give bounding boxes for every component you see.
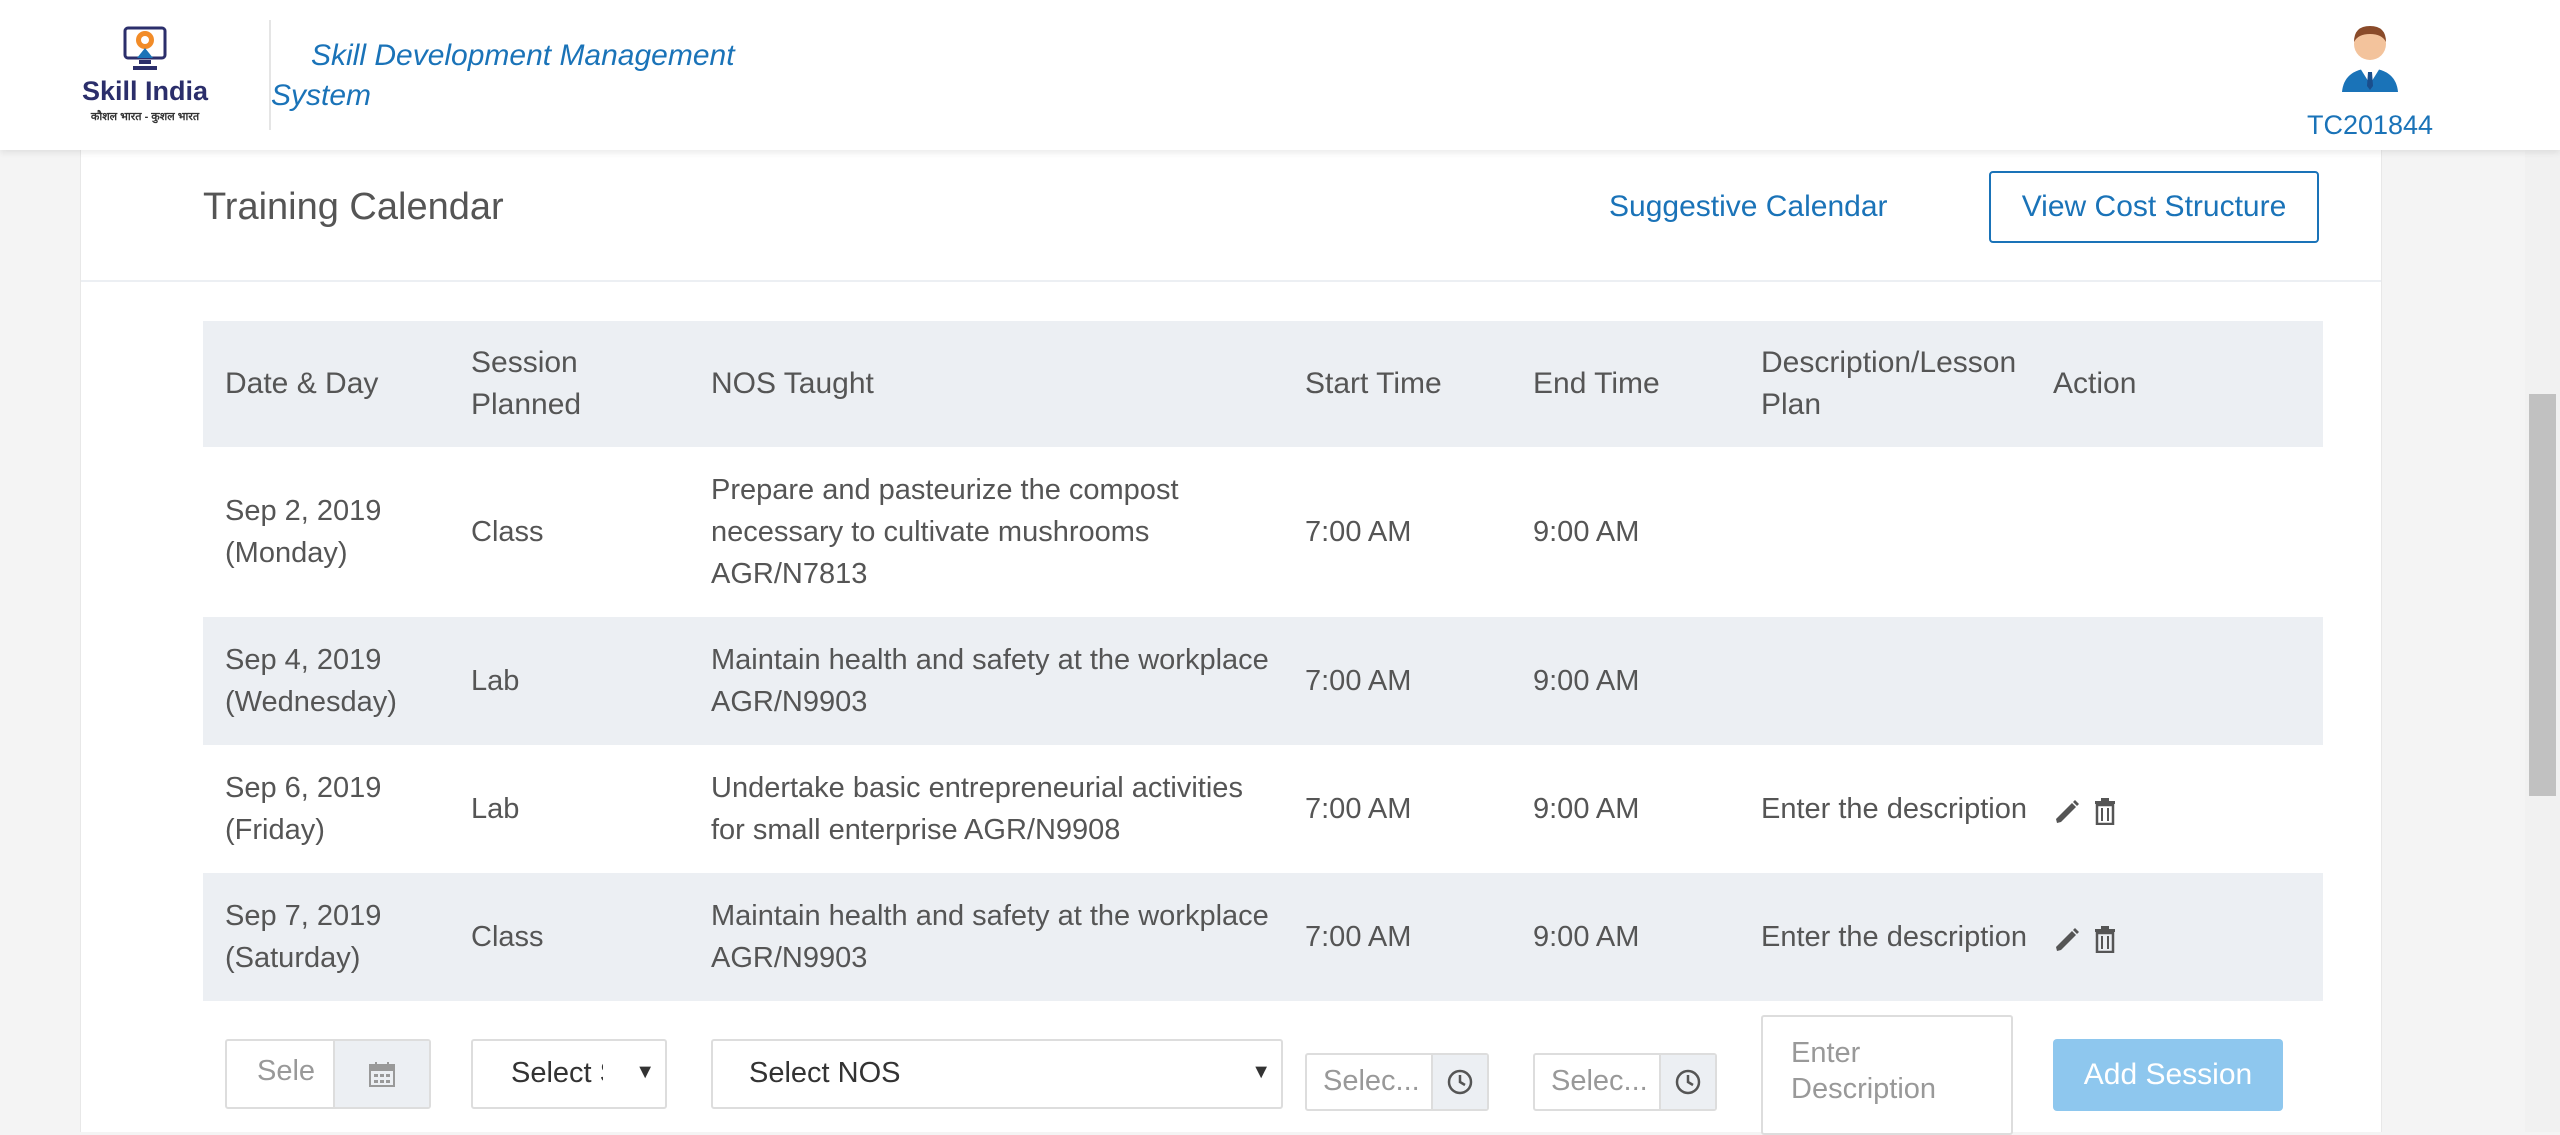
cell-actions xyxy=(2053,873,2303,1001)
calendar-icon[interactable] xyxy=(333,1041,429,1107)
end-time-input[interactable]: Selec... xyxy=(1533,1053,1717,1111)
suggestive-calendar-link[interactable]: Suggestive Calendar xyxy=(1609,190,1888,224)
pencil-icon[interactable] xyxy=(2053,795,2079,823)
user-menu[interactable]: TC201844 xyxy=(2290,10,2450,145)
nos-select-value: Select NOS xyxy=(749,1057,901,1089)
cell-description xyxy=(1761,617,2031,745)
app-title: Skill Development Management System xyxy=(271,39,735,112)
cell-session: Class xyxy=(471,921,544,953)
column-header-description: Description/Lesson Plan xyxy=(1761,346,2017,421)
column-header-nos: NOS Taught xyxy=(711,367,874,400)
skill-india-logo[interactable]: Skill India कौशल भारत - कुशल भारत xyxy=(80,22,210,132)
cell-nos: Prepare and pasteurize the compost neces… xyxy=(711,474,1179,590)
trash-icon[interactable] xyxy=(2093,795,2119,826)
cell-description: Enter the description xyxy=(1761,921,2027,953)
cell-session: Lab xyxy=(471,665,520,697)
table-row: Sep 6, 2019 (Friday) Lab Undertake basic… xyxy=(203,745,2323,873)
column-header-date: Date & Day xyxy=(225,367,379,400)
training-calendar-card: Training Calendar Suggestive Calendar Vi… xyxy=(80,150,2382,1135)
cell-description xyxy=(1761,447,2031,617)
start-time-input[interactable]: Selec... xyxy=(1305,1053,1489,1111)
page-title: Training Calendar xyxy=(203,186,504,228)
column-header-session: Session Planned xyxy=(471,346,582,421)
cell-actions xyxy=(2053,745,2303,873)
column-header-action: Action xyxy=(2053,367,2137,400)
date-placeholder: Sele xyxy=(257,1055,316,1087)
pencil-icon[interactable] xyxy=(2053,923,2079,951)
column-header-start-time: Start Time xyxy=(1305,367,1442,400)
column-header-end-time: End Time xyxy=(1533,367,1660,400)
view-cost-structure-button[interactable]: View Cost Structure xyxy=(1989,171,2319,243)
cell-date: Sep 2, 2019 (Monday) xyxy=(225,495,382,569)
user-avatar-icon xyxy=(2342,26,2398,92)
vertical-scrollbar[interactable] xyxy=(2525,150,2560,1132)
user-id: TC201844 xyxy=(2306,110,2434,140)
end-time-placeholder: Selec... xyxy=(1551,1065,1648,1097)
scrollbar-thumb[interactable] xyxy=(2529,394,2556,796)
cell-date: Sep 7, 2019 (Saturday) xyxy=(225,900,382,974)
training-calendar-table: Date & Day Session Planned NOS Taught St… xyxy=(203,321,2323,1135)
clock-icon[interactable] xyxy=(1659,1055,1715,1109)
cell-end-time: 9:00 AM xyxy=(1533,665,1640,697)
top-header: Skill India कौशल भारत - कुशल भारत Skill … xyxy=(0,0,2560,150)
chevron-down-icon: ▼ xyxy=(635,1061,655,1083)
cell-end-time: 9:00 AM xyxy=(1533,793,1640,825)
cell-start-time: 7:00 AM xyxy=(1305,665,1412,697)
session-select-value: Select S xyxy=(511,1057,603,1089)
add-session-button[interactable]: Add Session xyxy=(2053,1039,2283,1111)
cell-session: Class xyxy=(471,516,544,548)
description-textarea[interactable]: Enter Description xyxy=(1761,1015,2013,1135)
cell-session: Lab xyxy=(471,793,520,825)
cell-nos: Undertake basic entrepreneurial activiti… xyxy=(711,772,1243,846)
logo-tagline: कौशल भारत - कुशल भारत xyxy=(90,111,200,123)
table-row: Sep 7, 2019 (Saturday) Class Maintain he… xyxy=(203,873,2323,1001)
cell-date: Sep 4, 2019 (Wednesday) xyxy=(225,644,397,718)
description-placeholder: Enter Description xyxy=(1791,1037,1937,1105)
session-select[interactable]: Select S ▼ xyxy=(471,1039,667,1109)
cell-nos: Maintain health and safety at the workpl… xyxy=(711,644,1269,718)
card-header: Training Calendar Suggestive Calendar Vi… xyxy=(81,150,2381,282)
logo-wordmark: Skill India xyxy=(81,76,209,106)
table-row: Sep 2, 2019 (Monday) Class Prepare and p… xyxy=(203,447,2323,617)
clock-icon[interactable] xyxy=(1431,1055,1487,1109)
cell-description: Enter the description xyxy=(1761,793,2027,825)
table-header-row: Date & Day Session Planned NOS Taught St… xyxy=(203,321,2323,447)
cell-start-time: 7:00 AM xyxy=(1305,921,1412,953)
cell-end-time: 9:00 AM xyxy=(1533,516,1640,548)
nos-select[interactable]: Select NOS ▼ xyxy=(711,1039,1283,1109)
table-row: Sep 4, 2019 (Wednesday) Lab Maintain hea… xyxy=(203,617,2323,745)
cell-date: Sep 6, 2019 (Friday) xyxy=(225,772,382,846)
cell-end-time: 9:00 AM xyxy=(1533,921,1640,953)
add-session-form: Sele Select S ▼ Select NOS ▼ Selec... xyxy=(203,1001,2323,1135)
date-picker-input[interactable]: Sele xyxy=(225,1039,431,1109)
cell-start-time: 7:00 AM xyxy=(1305,516,1412,548)
skill-india-emblem-icon xyxy=(121,22,169,74)
cell-nos: Maintain health and safety at the workpl… xyxy=(711,900,1269,974)
start-time-placeholder: Selec... xyxy=(1323,1065,1420,1097)
trash-icon[interactable] xyxy=(2093,923,2119,954)
chevron-down-icon: ▼ xyxy=(1251,1061,1271,1083)
cell-start-time: 7:00 AM xyxy=(1305,793,1412,825)
